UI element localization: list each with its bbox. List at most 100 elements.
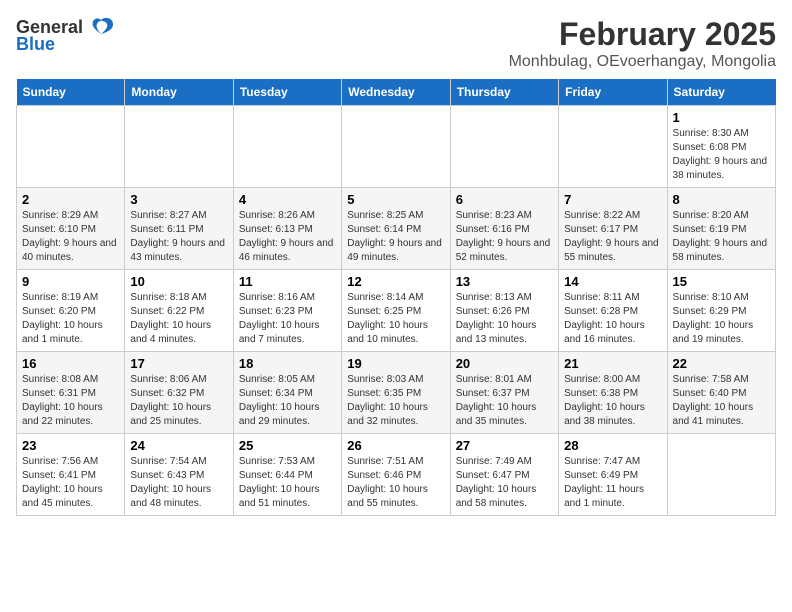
day-info: Sunrise: 8:01 AM Sunset: 6:37 PM Dayligh… xyxy=(456,373,553,429)
calendar-cell: 15 Sunrise: 8:10 AM Sunset: 6:29 PM Dayli… xyxy=(667,270,775,352)
weekday-header-thursday: Thursday xyxy=(450,79,558,106)
day-info: Sunrise: 8:19 AM Sunset: 6:20 PM Dayligh… xyxy=(22,291,119,347)
weekday-header-saturday: Saturday xyxy=(667,79,775,106)
day-info: Sunrise: 8:00 AM Sunset: 6:38 PM Dayligh… xyxy=(564,373,661,429)
day-number: 5 xyxy=(347,192,444,207)
calendar-cell: 1 Sunrise: 8:30 AM Sunset: 6:08 PM Daylig… xyxy=(667,106,775,188)
day-info: Sunrise: 8:20 AM Sunset: 6:19 PM Dayligh… xyxy=(673,209,770,265)
day-number: 18 xyxy=(239,356,336,371)
day-info: Sunrise: 7:47 AM Sunset: 6:49 PM Dayligh… xyxy=(564,455,661,511)
weekday-header-friday: Friday xyxy=(559,79,667,106)
calendar-week-3: 9 Sunrise: 8:19 AM Sunset: 6:20 PM Daylig… xyxy=(17,270,776,352)
day-number: 14 xyxy=(564,274,661,289)
day-number: 21 xyxy=(564,356,661,371)
calendar-cell: 28 Sunrise: 7:47 AM Sunset: 6:49 PM Dayli… xyxy=(559,434,667,516)
day-number: 20 xyxy=(456,356,553,371)
calendar-cell xyxy=(125,106,233,188)
weekday-header-sunday: Sunday xyxy=(17,79,125,106)
day-info: Sunrise: 8:05 AM Sunset: 6:34 PM Dayligh… xyxy=(239,373,336,429)
day-info: Sunrise: 7:49 AM Sunset: 6:47 PM Dayligh… xyxy=(456,455,553,511)
calendar-cell: 19Sunrise: 8:03 AM Sunset: 6:35 PM Dayli… xyxy=(342,352,450,434)
day-info: Sunrise: 7:58 AM Sunset: 6:40 PM Dayligh… xyxy=(673,373,770,429)
calendar-week-2: 2Sunrise: 8:29 AM Sunset: 6:10 PM Daylig… xyxy=(17,188,776,270)
day-info: Sunrise: 8:03 AM Sunset: 6:35 PM Dayligh… xyxy=(347,373,444,429)
day-number: 13 xyxy=(456,274,553,289)
calendar-cell: 14 Sunrise: 8:11 AM Sunset: 6:28 PM Dayli… xyxy=(559,270,667,352)
day-info: Sunrise: 8:10 AM Sunset: 6:29 PM Dayligh… xyxy=(673,291,770,347)
calendar-cell: 2Sunrise: 8:29 AM Sunset: 6:10 PM Daylig… xyxy=(17,188,125,270)
logo-bird-icon xyxy=(87,16,115,38)
day-info: Sunrise: 8:13 AM Sunset: 6:26 PM Dayligh… xyxy=(456,291,553,347)
day-info: Sunrise: 8:23 AM Sunset: 6:16 PM Dayligh… xyxy=(456,209,553,265)
calendar-cell: 17Sunrise: 8:06 AM Sunset: 6:32 PM Dayli… xyxy=(125,352,233,434)
day-info: Sunrise: 7:54 AM Sunset: 6:43 PM Dayligh… xyxy=(130,455,227,511)
day-number: 22 xyxy=(673,356,770,371)
calendar-cell: 24 Sunrise: 7:54 AM Sunset: 6:43 PM Dayli… xyxy=(125,434,233,516)
day-info: Sunrise: 7:51 AM Sunset: 6:46 PM Dayligh… xyxy=(347,455,444,511)
day-number: 12 xyxy=(347,274,444,289)
calendar-cell xyxy=(233,106,341,188)
calendar-cell: 3 Sunrise: 8:27 AM Sunset: 6:11 PM Daylig… xyxy=(125,188,233,270)
calendar-cell: 8 Sunrise: 8:20 AM Sunset: 6:19 PM Daylig… xyxy=(667,188,775,270)
day-number: 7 xyxy=(564,192,661,207)
calendar-cell: 9 Sunrise: 8:19 AM Sunset: 6:20 PM Daylig… xyxy=(17,270,125,352)
day-info: Sunrise: 8:18 AM Sunset: 6:22 PM Dayligh… xyxy=(130,291,227,347)
calendar-week-1: 1 Sunrise: 8:30 AM Sunset: 6:08 PM Daylig… xyxy=(17,106,776,188)
page-header: General Blue February 2025 Monhbulag, OE… xyxy=(16,16,776,71)
day-number: 9 xyxy=(22,274,119,289)
day-info: Sunrise: 8:27 AM Sunset: 6:11 PM Dayligh… xyxy=(130,209,227,265)
day-number: 10 xyxy=(130,274,227,289)
day-info: Sunrise: 8:22 AM Sunset: 6:17 PM Dayligh… xyxy=(564,209,661,265)
calendar-cell: 10 Sunrise: 8:18 AM Sunset: 6:22 PM Dayli… xyxy=(125,270,233,352)
day-number: 4 xyxy=(239,192,336,207)
calendar-cell: 11 Sunrise: 8:16 AM Sunset: 6:23 PM Dayli… xyxy=(233,270,341,352)
day-info: Sunrise: 8:11 AM Sunset: 6:28 PM Dayligh… xyxy=(564,291,661,347)
day-number: 6 xyxy=(456,192,553,207)
day-info: Sunrise: 8:14 AM Sunset: 6:25 PM Dayligh… xyxy=(347,291,444,347)
day-number: 28 xyxy=(564,438,661,453)
calendar-cell xyxy=(17,106,125,188)
day-info: Sunrise: 8:25 AM Sunset: 6:14 PM Dayligh… xyxy=(347,209,444,265)
calendar-cell: 21 Sunrise: 8:00 AM Sunset: 6:38 PM Dayli… xyxy=(559,352,667,434)
day-number: 27 xyxy=(456,438,553,453)
day-number: 15 xyxy=(673,274,770,289)
calendar-cell: 18 Sunrise: 8:05 AM Sunset: 6:34 PM Dayli… xyxy=(233,352,341,434)
logo-blue-text: Blue xyxy=(16,34,55,55)
calendar-cell: 20 Sunrise: 8:01 AM Sunset: 6:37 PM Dayli… xyxy=(450,352,558,434)
calendar-cell: 12 Sunrise: 8:14 AM Sunset: 6:25 PM Dayli… xyxy=(342,270,450,352)
weekday-header-wednesday: Wednesday xyxy=(342,79,450,106)
day-number: 23 xyxy=(22,438,119,453)
day-number: 2 xyxy=(22,192,119,207)
calendar-subtitle: Monhbulag, OEvoerhangay, Mongolia xyxy=(509,53,776,71)
calendar-cell: 5 Sunrise: 8:25 AM Sunset: 6:14 PM Daylig… xyxy=(342,188,450,270)
calendar-cell: 27 Sunrise: 7:49 AM Sunset: 6:47 PM Dayli… xyxy=(450,434,558,516)
calendar-cell xyxy=(559,106,667,188)
weekday-header-row: SundayMondayTuesdayWednesdayThursdayFrid… xyxy=(17,79,776,106)
calendar-cell: 25 Sunrise: 7:53 AM Sunset: 6:44 PM Dayli… xyxy=(233,434,341,516)
day-number: 11 xyxy=(239,274,336,289)
day-number: 17 xyxy=(130,356,227,371)
day-info: Sunrise: 8:30 AM Sunset: 6:08 PM Dayligh… xyxy=(673,127,770,183)
day-number: 8 xyxy=(673,192,770,207)
title-section: February 2025 Monhbulag, OEvoerhangay, M… xyxy=(509,16,776,71)
calendar-cell xyxy=(450,106,558,188)
day-info: Sunrise: 7:53 AM Sunset: 6:44 PM Dayligh… xyxy=(239,455,336,511)
calendar-table: SundayMondayTuesdayWednesdayThursdayFrid… xyxy=(16,79,776,516)
day-info: Sunrise: 7:56 AM Sunset: 6:41 PM Dayligh… xyxy=(22,455,119,511)
day-info: Sunrise: 8:16 AM Sunset: 6:23 PM Dayligh… xyxy=(239,291,336,347)
weekday-header-tuesday: Tuesday xyxy=(233,79,341,106)
day-number: 26 xyxy=(347,438,444,453)
calendar-cell: 4Sunrise: 8:26 AM Sunset: 6:13 PM Daylig… xyxy=(233,188,341,270)
calendar-cell: 7 Sunrise: 8:22 AM Sunset: 6:17 PM Daylig… xyxy=(559,188,667,270)
day-number: 25 xyxy=(239,438,336,453)
weekday-header-monday: Monday xyxy=(125,79,233,106)
calendar-cell xyxy=(667,434,775,516)
calendar-cell: 16Sunrise: 8:08 AM Sunset: 6:31 PM Dayli… xyxy=(17,352,125,434)
day-number: 3 xyxy=(130,192,227,207)
day-number: 24 xyxy=(130,438,227,453)
calendar-week-4: 16Sunrise: 8:08 AM Sunset: 6:31 PM Dayli… xyxy=(17,352,776,434)
logo: General Blue xyxy=(16,16,115,55)
calendar-cell: 6 Sunrise: 8:23 AM Sunset: 6:16 PM Daylig… xyxy=(450,188,558,270)
day-number: 1 xyxy=(673,110,770,125)
calendar-week-5: 23 Sunrise: 7:56 AM Sunset: 6:41 PM Dayli… xyxy=(17,434,776,516)
